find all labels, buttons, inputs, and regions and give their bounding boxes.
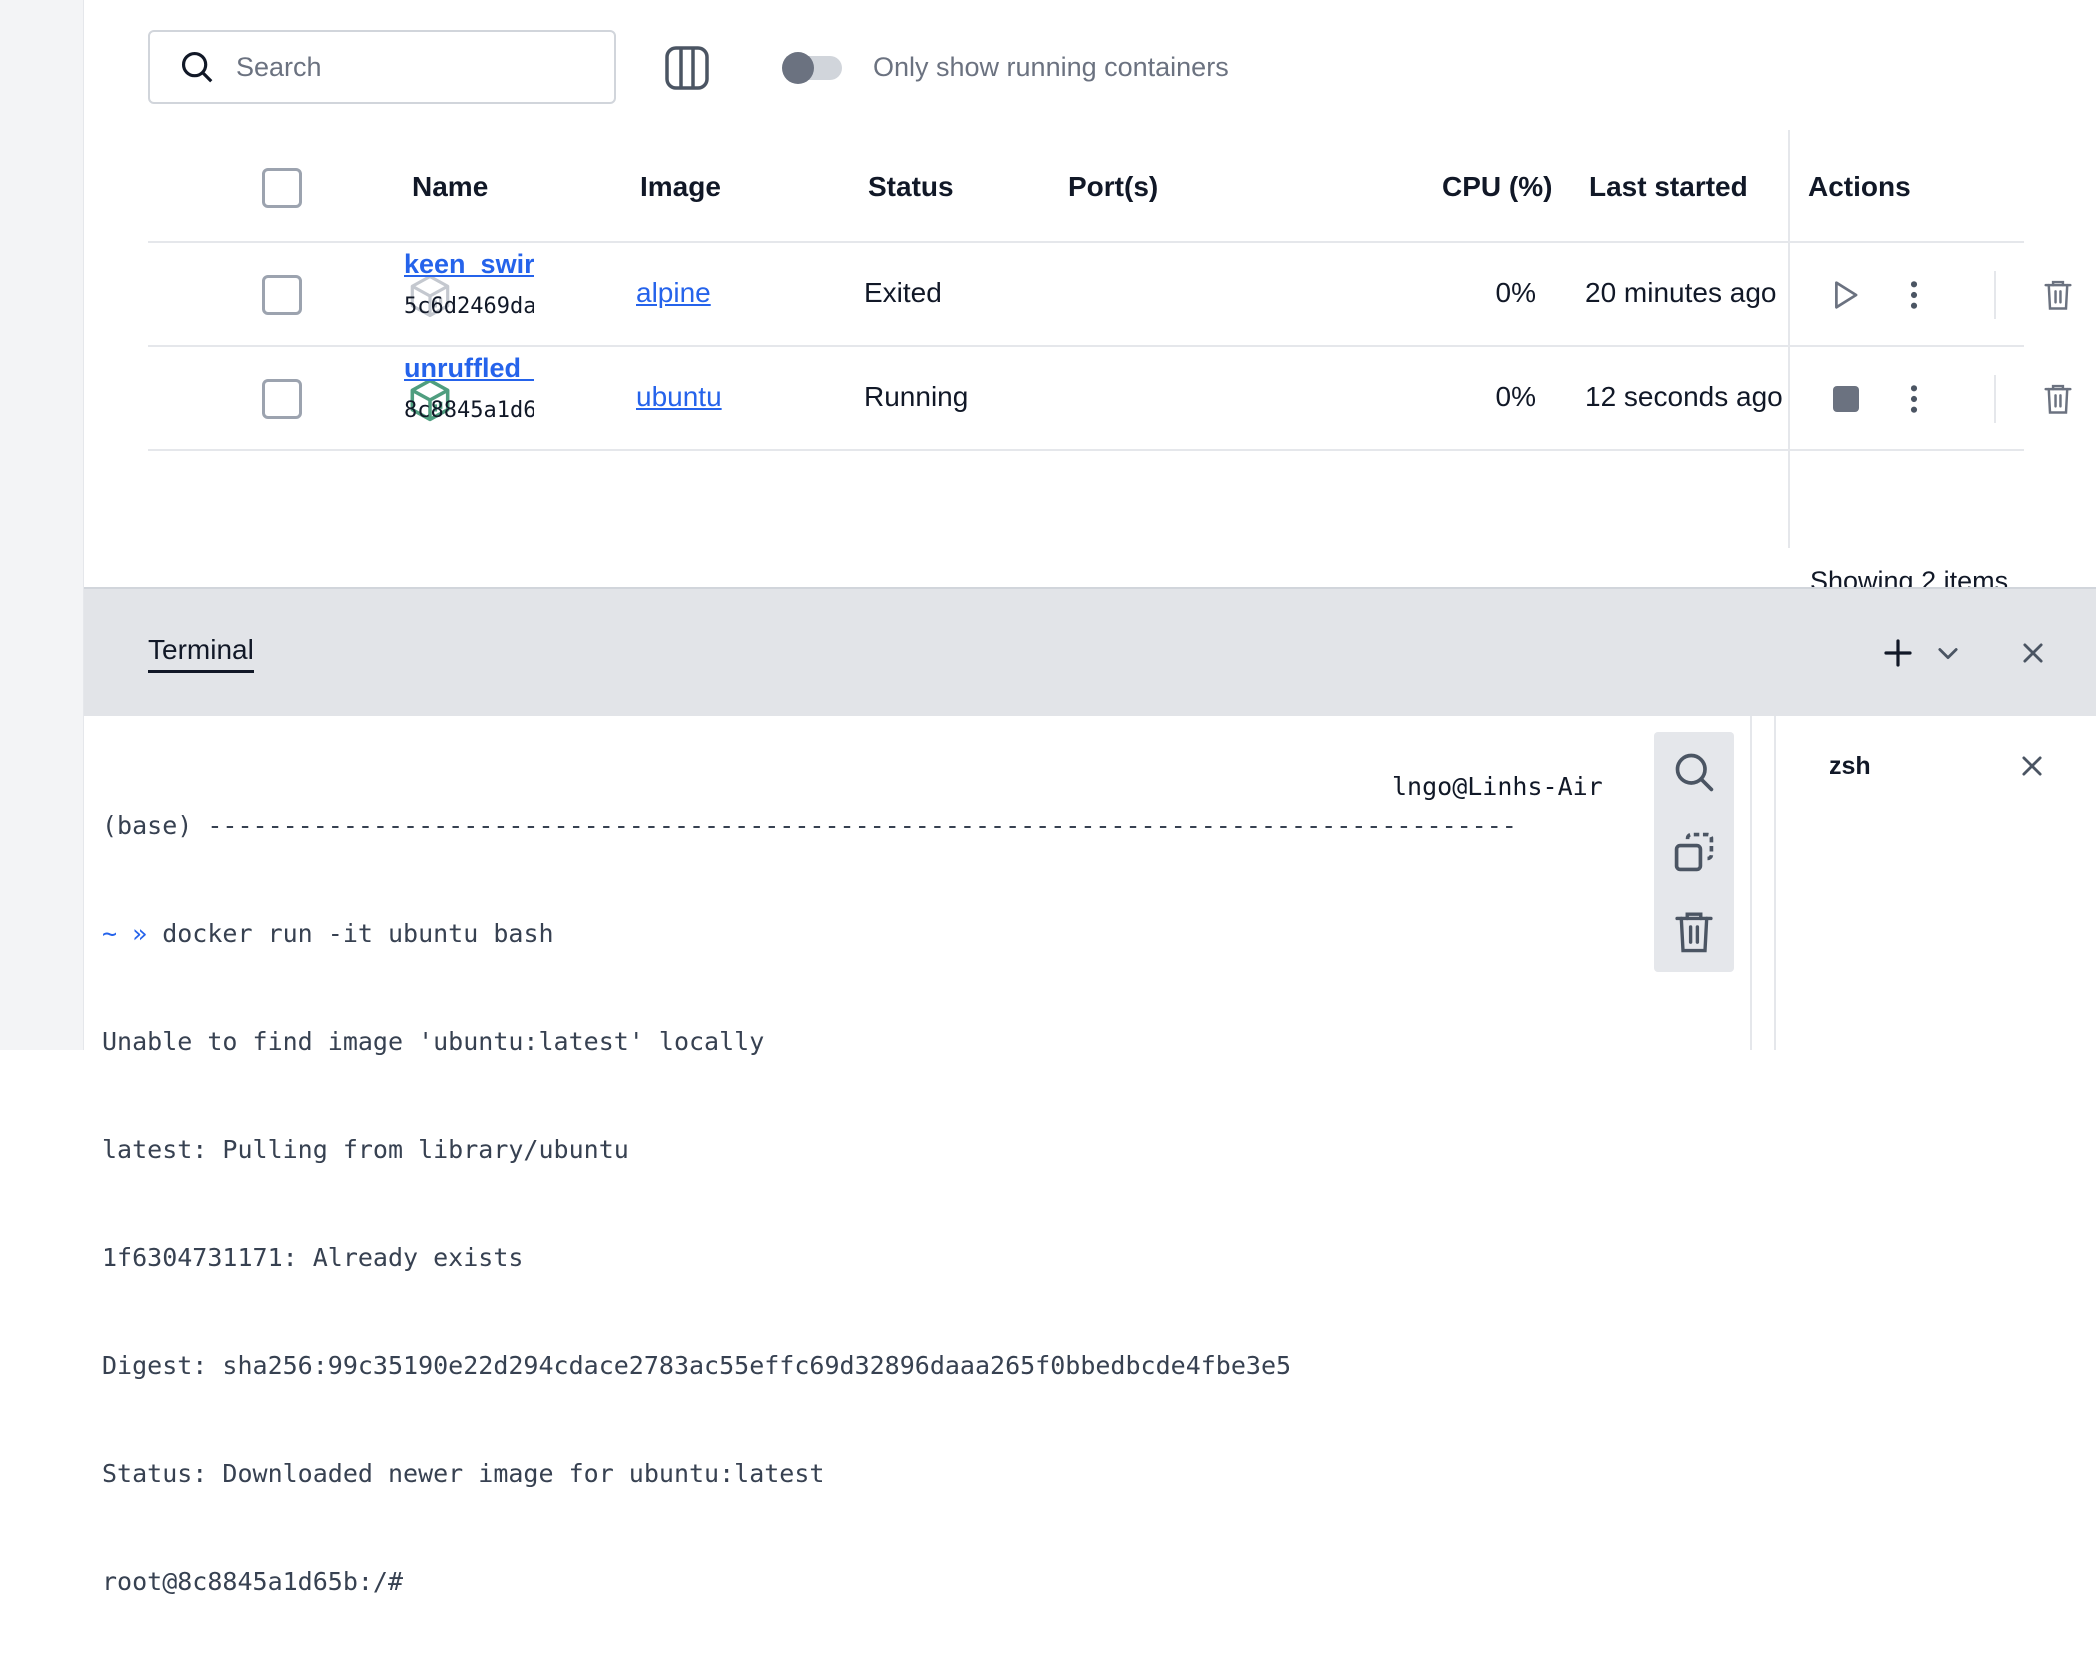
trash-icon[interactable] bbox=[2043, 383, 2073, 415]
last-started-text: 12 seconds ago bbox=[1585, 381, 1783, 412]
status-text: Exited bbox=[864, 277, 942, 308]
last-started-text: 20 minutes ago bbox=[1585, 277, 1777, 308]
status-text: Running bbox=[864, 381, 969, 412]
terminal-output[interactable]: (base) ---------------------------------… bbox=[84, 716, 1752, 1596]
trash-icon[interactable] bbox=[2043, 279, 2073, 311]
terminal-sessions: zsh bbox=[1774, 716, 2096, 1050]
columns-icon[interactable] bbox=[664, 45, 710, 91]
table-row[interactable]: keen_swir 5c6d2469da alpine Exited 0% 20… bbox=[148, 243, 2072, 347]
header-name[interactable]: Name bbox=[412, 171, 488, 203]
table-header: Name Image Status Port(s) CPU (%) Last s… bbox=[148, 130, 2024, 243]
row-checkbox[interactable] bbox=[262, 379, 302, 419]
plus-icon[interactable] bbox=[1882, 637, 1914, 669]
header-actions: Actions bbox=[1808, 171, 1911, 202]
running-only-toggle[interactable] bbox=[782, 52, 842, 84]
container-name-link[interactable]: keen_swir bbox=[404, 249, 534, 280]
terminal-tools bbox=[1654, 732, 1734, 972]
more-options-icon[interactable] bbox=[1906, 279, 1922, 311]
header-status[interactable]: Status bbox=[868, 171, 954, 203]
search-input[interactable] bbox=[236, 51, 566, 83]
containers-panel: Only show running containers Name Image … bbox=[84, 0, 2096, 596]
session-zsh[interactable]: zsh bbox=[1829, 752, 1871, 781]
container-id: 5c6d2469da bbox=[404, 294, 534, 319]
image-link[interactable]: alpine bbox=[636, 277, 711, 308]
toggle-label: Only show running containers bbox=[873, 52, 1229, 82]
chevron-down-icon[interactable] bbox=[1934, 639, 1962, 667]
header-last-started[interactable]: Last started bbox=[1589, 171, 1748, 203]
image-link[interactable]: ubuntu bbox=[636, 381, 722, 412]
more-options-icon[interactable] bbox=[1906, 383, 1922, 415]
container-id: 8c8845a1d6 bbox=[404, 398, 534, 423]
header-image[interactable]: Image bbox=[640, 171, 721, 203]
terminal-line: 1f6304731171: Already exists bbox=[102, 1243, 524, 1272]
container-name-cell: unruffled_ 8c8845a1d6 bbox=[404, 353, 534, 423]
header-cpu[interactable]: CPU (%) bbox=[1442, 171, 1552, 203]
search-icon[interactable] bbox=[1672, 750, 1716, 794]
prompt-user-host: lngo@Linhs-Air bbox=[1392, 772, 1603, 801]
terminal-line: Unable to find image 'ubuntu:latest' loc… bbox=[102, 1027, 765, 1056]
container-name-cell: keen_swir 5c6d2469da bbox=[404, 249, 534, 319]
search-icon bbox=[181, 51, 213, 83]
terminal-line: Status: Downloaded newer image for ubunt… bbox=[102, 1459, 825, 1488]
search-box[interactable] bbox=[148, 30, 616, 104]
terminal-line: (base) ---------------------------------… bbox=[102, 811, 1517, 840]
table-row[interactable]: unruffled_ 8c8845a1d6 ubuntu Running 0% … bbox=[148, 347, 2072, 451]
select-all-checkbox[interactable] bbox=[262, 168, 302, 208]
header-ports[interactable]: Port(s) bbox=[1068, 171, 1158, 203]
copy-icon[interactable] bbox=[1672, 830, 1716, 874]
close-session-icon[interactable] bbox=[2018, 752, 2046, 780]
terminal-line: Digest: sha256:99c35190e22d294cdace2783a… bbox=[102, 1351, 1292, 1380]
terminal-body: (base) ---------------------------------… bbox=[84, 716, 2096, 1596]
play-icon[interactable] bbox=[1830, 279, 1860, 311]
terminal-lines: (base) ---------------------------------… bbox=[102, 736, 1517, 1672]
cpu-text: 0% bbox=[1495, 381, 1536, 412]
tab-terminal[interactable]: Terminal bbox=[148, 634, 254, 673]
cpu-text: 0% bbox=[1495, 277, 1536, 308]
left-sidebar-strip bbox=[0, 0, 84, 1050]
terminal-line: ~ » docker run -it ubuntu bash bbox=[102, 919, 554, 948]
row-checkbox[interactable] bbox=[262, 275, 302, 315]
toggle-knob bbox=[782, 52, 814, 84]
terminal-line: root@8c8845a1d65b:/# bbox=[102, 1567, 404, 1596]
terminal-header: Terminal bbox=[84, 587, 2096, 716]
actions-divider bbox=[1994, 375, 1996, 423]
container-name-link[interactable]: unruffled_ bbox=[404, 353, 534, 384]
actions-divider bbox=[1994, 271, 1996, 319]
close-icon[interactable] bbox=[2019, 639, 2047, 667]
stop-icon[interactable] bbox=[1832, 385, 1860, 413]
terminal-line: latest: Pulling from library/ubuntu bbox=[102, 1135, 629, 1164]
trash-icon[interactable] bbox=[1672, 910, 1716, 954]
prompt-arrow: ~ » bbox=[102, 919, 148, 948]
